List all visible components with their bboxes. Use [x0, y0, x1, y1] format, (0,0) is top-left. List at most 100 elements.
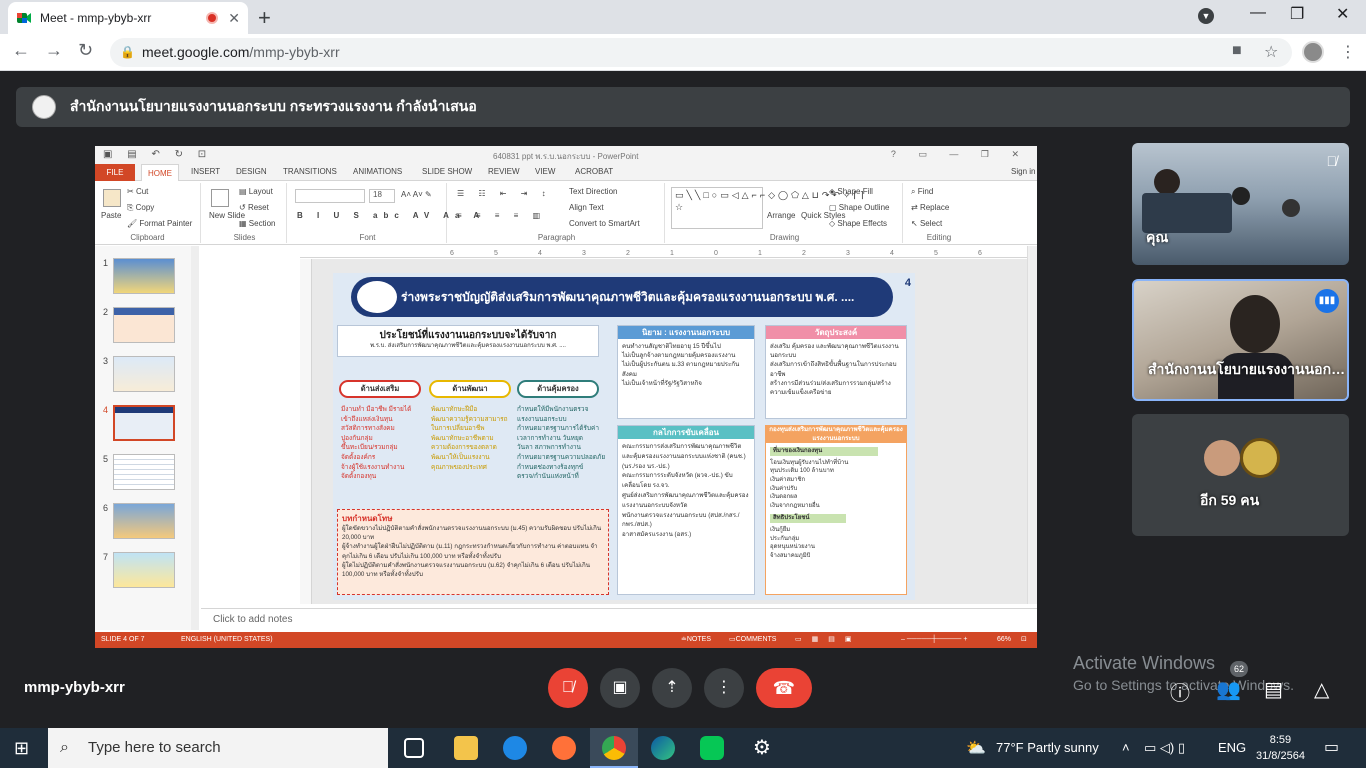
camera-toggle-button[interactable]: ▣ — [600, 668, 640, 708]
slide-thumbnail-6[interactable] — [113, 503, 175, 539]
participant-avatar — [1240, 438, 1280, 478]
windows-start-icon[interactable]: ⊞ — [14, 738, 29, 759]
ppt-tab-design[interactable]: DESIGN — [236, 167, 267, 176]
tray-chevron-icon[interactable]: ˄ — [1122, 740, 1130, 755]
fit-slide-icon[interactable]: ⊡ — [1021, 632, 1027, 648]
edge-legacy-icon[interactable] — [503, 736, 527, 760]
tab-search-icon[interactable]: ▼ — [1198, 8, 1214, 24]
firefox-icon[interactable] — [552, 736, 576, 760]
section-button[interactable]: ▦ Section — [239, 219, 275, 228]
tray-network-icon[interactable]: ▭ ◁) ▯ — [1144, 740, 1185, 756]
file-explorer-icon[interactable] — [454, 736, 478, 760]
align-text-button[interactable]: Align Text — [569, 203, 604, 212]
task-view-icon[interactable] — [404, 738, 424, 758]
tab-close-icon[interactable]: ✕ — [228, 10, 240, 27]
participant-tile-others[interactable]: อีก 59 คน — [1132, 414, 1349, 536]
list-item: ในการเปลี่ยนอาชีพ — [431, 425, 485, 433]
meeting-details-icon[interactable]: ⓘ — [1170, 677, 1190, 706]
profile-avatar[interactable] — [1302, 41, 1324, 63]
browser-tab-meet[interactable]: Meet - mmp-ybyb-xrr ✕ — [8, 2, 248, 34]
view-buttons[interactable]: ▭▦▤▣ — [795, 632, 861, 648]
maximize-icon[interactable]: ❐ — [1290, 4, 1304, 24]
input-language[interactable]: ENG — [1218, 740, 1246, 755]
reset-button[interactable]: ↺ Reset — [239, 203, 269, 212]
ruler-mark: 3 — [846, 250, 850, 257]
slide-thumbnail-3[interactable] — [113, 356, 175, 392]
notes-toggle-button[interactable]: ≐ NOTES — [681, 632, 711, 648]
replace-button[interactable]: ⇄ Replace — [911, 203, 949, 212]
paste-button[interactable]: Paste — [101, 211, 121, 220]
chat-icon[interactable]: ▤ — [1264, 677, 1283, 702]
font-size-box[interactable]: 18 — [369, 189, 395, 203]
reload-icon[interactable]: ↻ — [78, 40, 93, 61]
people-icon[interactable]: 👥 — [1216, 677, 1241, 702]
close-window-icon[interactable]: ✕ — [1336, 4, 1349, 24]
address-bar[interactable]: 🔒 meet.google.com/mmp-ybyb-xrr — [110, 38, 1292, 67]
mic-toggle-button[interactable]: 🎙̸ — [548, 668, 588, 708]
slide-thumbnail-1[interactable] — [113, 258, 175, 294]
alignment-icons[interactable]: ≡ ≡ ≡ ≡ ▥ — [457, 211, 546, 220]
ppt-tab-home[interactable]: HOME — [141, 164, 179, 181]
line-app-icon[interactable] — [700, 736, 724, 760]
minimize-icon[interactable]: — — [1250, 4, 1266, 22]
camera-permission-icon[interactable]: ■ — [1232, 42, 1242, 60]
shape-outline-button[interactable]: ▢ Shape Outline — [829, 203, 889, 212]
slide-thumbnail-7[interactable] — [113, 552, 175, 588]
layout-button[interactable]: ▤ Layout — [239, 187, 273, 196]
chrome-icon[interactable] — [602, 736, 626, 760]
shape-fill-button[interactable]: ◈ Shape Fill — [829, 187, 873, 196]
ppt-tab-acrobat[interactable]: ACROBAT — [575, 167, 613, 176]
bookmark-star-icon[interactable]: ☆ — [1264, 42, 1278, 62]
zoom-slider[interactable]: – ─────┼───── + — [901, 632, 967, 648]
grow-shrink-font-icon[interactable]: A˄ A˅ ✎ — [401, 190, 432, 199]
new-tab-plus-icon[interactable]: + — [258, 5, 271, 31]
leave-call-button[interactable]: ☎ — [756, 668, 812, 708]
edge-icon[interactable] — [651, 736, 675, 760]
cut-button[interactable]: ✂ Cut — [127, 187, 148, 196]
copy-button[interactable]: ⎘ Copy — [127, 203, 154, 213]
slide-thumbnail-2[interactable] — [113, 307, 175, 343]
list-item: ส่งเสริมการเข้าถึงสิทธิขั้นพื้นฐานในการป… — [770, 361, 897, 378]
notification-icon[interactable]: ▭ — [1324, 737, 1339, 757]
menu-kebab-icon[interactable]: ⋮ — [1340, 42, 1356, 62]
arrange-button[interactable]: Arrange — [767, 211, 795, 220]
forward-arrow-icon[interactable]: → — [45, 40, 63, 61]
settings-gear-icon[interactable]: ⚙ — [750, 736, 774, 760]
format-painter-button[interactable]: 🖌 Format Painter — [127, 219, 192, 228]
ppt-tab-insert[interactable]: INSERT — [191, 167, 220, 176]
thumbnails-scrollbar[interactable] — [191, 246, 199, 630]
taskbar-clock[interactable]: 8:59 31/8/2564 — [1256, 732, 1305, 764]
benefit-subheading: พ.ร.บ. ส่งเสริมการพัฒนาคุณภาพชีวิตและคุ้… — [370, 343, 566, 349]
more-options-button[interactable]: ⋮ — [704, 668, 744, 708]
taskbar-search[interactable]: ⌕ Type here to search — [48, 728, 388, 768]
select-button[interactable]: ↖ Select — [911, 219, 942, 228]
ppt-tab-animations[interactable]: ANIMATIONS — [353, 167, 402, 176]
comments-toggle-button[interactable]: ▭ COMMENTS — [729, 632, 776, 648]
find-button[interactable]: ⌕ Find — [911, 187, 933, 197]
participant-tile-self[interactable]: 🎙̸ คุณ — [1132, 143, 1349, 265]
list-indent-icons[interactable]: ☰ ☷ ⇤ ⇥ ↕ — [457, 189, 552, 198]
ppt-tab-transitions[interactable]: TRANSITIONS — [283, 167, 337, 176]
shapes-gallery[interactable]: ▭╲╲□○▭◁△⌐⌐◇◯⬠△⊔↷↶✧⌈⌉☆ — [671, 187, 863, 229]
back-arrow-icon[interactable]: ← — [12, 40, 30, 61]
activities-icon[interactable]: △ — [1314, 677, 1329, 702]
weather-text[interactable]: 77°F Partly sunny — [996, 740, 1099, 755]
ppt-tab-file[interactable]: FILE — [95, 164, 135, 181]
participant-tile-presenter[interactable]: ▮▮▮ สำนักงานนโยบายแรงงานนอก… — [1132, 279, 1349, 401]
present-screen-button[interactable]: ⇡ — [652, 668, 692, 708]
text-direction-button[interactable]: Text Direction — [569, 187, 617, 196]
slide-thumbnail-5[interactable] — [113, 454, 175, 490]
ppt-sign-in-link[interactable]: Sign in — [1011, 167, 1035, 176]
ppt-tab-review[interactable]: REVIEW — [488, 167, 520, 176]
ppt-tab-view[interactable]: VIEW — [535, 167, 555, 176]
notes-pane[interactable]: Click to add notes — [201, 608, 1037, 630]
ppt-tab-slideshow[interactable]: SLIDE SHOW — [422, 167, 472, 176]
participant-figure — [1232, 187, 1250, 205]
development-list: พัฒนาทักษะฝีมือ พัฒนาความรู้ความสามารถ ใ… — [431, 405, 517, 472]
current-slide[interactable]: ร่างพระราชบัญญัติส่งเสริมการพัฒนาคุณภาพช… — [333, 273, 915, 600]
font-name-box[interactable] — [295, 189, 365, 203]
shape-effects-button[interactable]: ◇ Shape Effects — [829, 219, 887, 228]
slide-vertical-scrollbar[interactable] — [1027, 246, 1037, 604]
slide-thumbnail-4[interactable] — [113, 405, 175, 441]
convert-smartart-button[interactable]: Convert to SmartArt — [569, 219, 640, 228]
